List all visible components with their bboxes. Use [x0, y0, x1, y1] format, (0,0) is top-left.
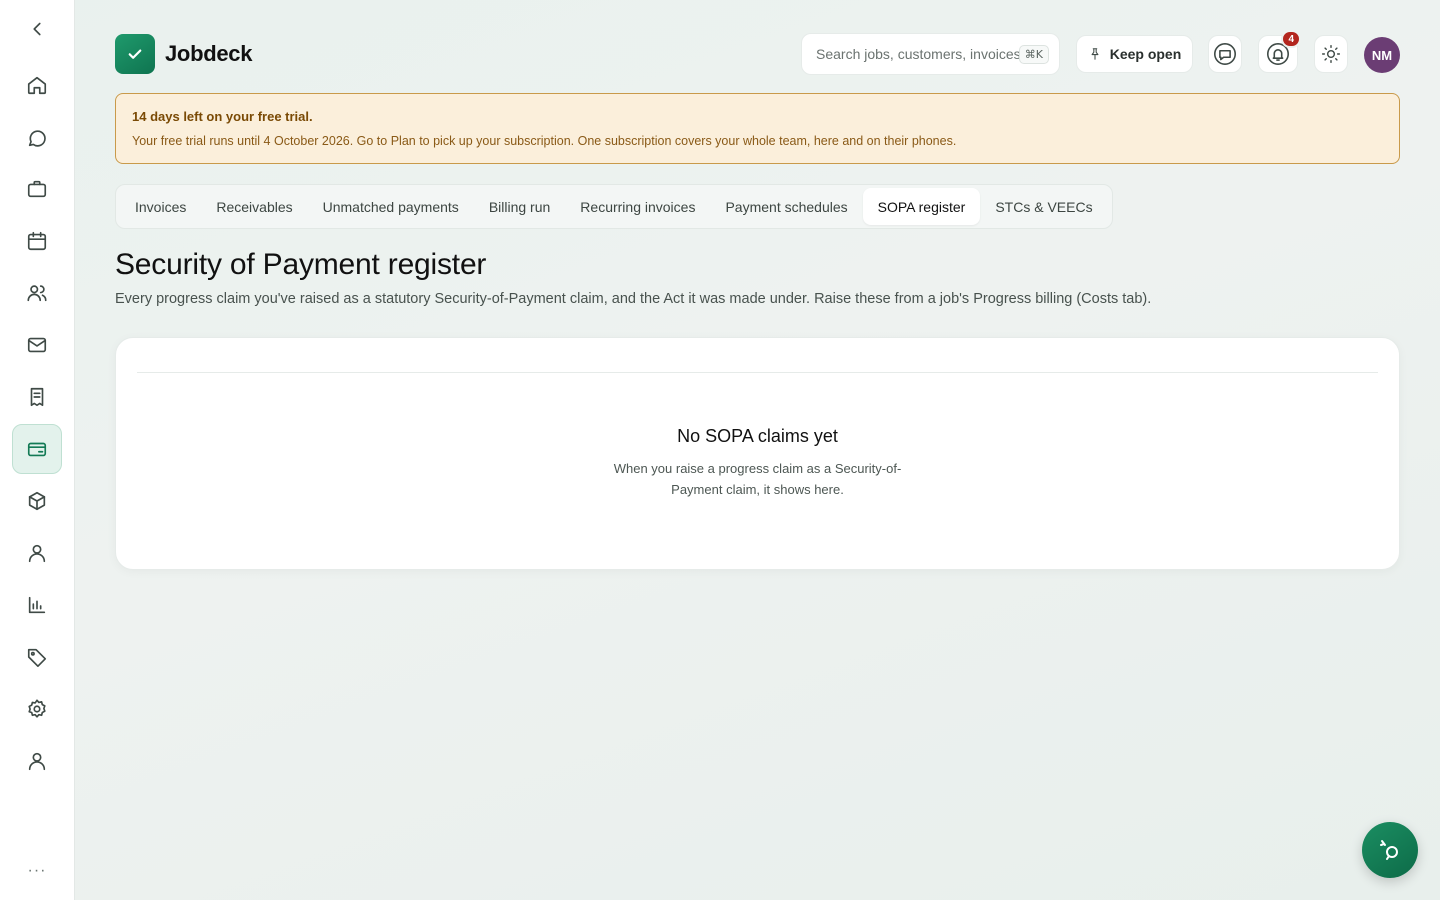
keep-open-label: Keep open — [1109, 46, 1182, 62]
pin-icon — [1091, 48, 1099, 60]
sopa-claims-card: No SOPA claims yet When you raise a prog… — [115, 337, 1400, 570]
sidebar-item-home[interactable] — [12, 60, 62, 110]
empty-state-body: When you raise a progress claim as a Sec… — [613, 461, 902, 497]
sidebar-item-team[interactable] — [12, 268, 62, 318]
tab-sopa-register[interactable]: SOPA register — [862, 188, 981, 225]
brand-logo — [115, 34, 155, 74]
keep-open-button[interactable]: Keep open — [1076, 35, 1193, 73]
sidebar-item-pricebook[interactable] — [12, 632, 62, 682]
tab-receivables[interactable]: Receivables — [201, 188, 307, 225]
assistant-fab[interactable] — [1362, 822, 1418, 878]
briefcase-icon — [27, 180, 47, 198]
sidebar-item-reports[interactable] — [12, 580, 62, 630]
page-title: Security of Payment register — [115, 248, 487, 281]
chevron-left-icon — [33, 22, 41, 36]
user-avatar[interactable]: NM — [1364, 37, 1400, 73]
sidebar-item-mail[interactable] — [12, 320, 62, 370]
users-icon — [27, 285, 47, 302]
tab-recurring-invoices[interactable]: Recurring invoices — [565, 188, 710, 225]
calendar-icon — [27, 231, 47, 251]
sidebar-item-inventory[interactable] — [12, 476, 62, 526]
theme-toggle-button[interactable] — [1314, 35, 1348, 73]
sidebar-item-calendar[interactable] — [12, 216, 62, 266]
global-search[interactable]: ⌘K — [801, 33, 1060, 75]
tag-icon — [27, 648, 47, 667]
assistant-icon — [1380, 840, 1398, 860]
brand-name: Jobdeck — [165, 41, 253, 66]
home-icon — [27, 76, 47, 95]
bar-chart-icon — [28, 596, 46, 614]
chat-icon — [28, 130, 46, 147]
messages-button[interactable] — [1208, 35, 1242, 73]
trial-banner-body: Your free trial runs until 4 October 202… — [132, 134, 957, 148]
check-icon — [128, 49, 142, 59]
billing-tabs: Invoices Receivables Unmatched payments … — [115, 184, 1113, 229]
sidebar: ··· — [0, 0, 75, 900]
sidebar-item-settings[interactable] — [12, 684, 62, 734]
sun-icon — [1321, 44, 1341, 64]
search-shortcut-hint: ⌘K — [1018, 44, 1049, 64]
tab-stcs-veecs[interactable]: STCs & VEECs — [980, 188, 1107, 225]
user-icon — [28, 752, 46, 771]
person-icon — [28, 544, 46, 563]
tab-unmatched-payments[interactable]: Unmatched payments — [308, 188, 474, 225]
credit-card-icon — [27, 442, 47, 457]
notifications-button[interactable]: 4 — [1258, 30, 1301, 73]
receipt-icon — [30, 387, 44, 407]
notification-count-badge: 4 — [1281, 30, 1301, 48]
collapse-sidebar-button[interactable] — [12, 4, 62, 54]
tab-invoices[interactable]: Invoices — [120, 188, 201, 225]
sidebar-item-account[interactable] — [12, 736, 62, 786]
sidebar-item-messages[interactable] — [12, 113, 62, 163]
settings-icon — [28, 699, 46, 718]
message-bubble-icon — [1213, 42, 1237, 66]
sidebar-item-customers[interactable] — [12, 528, 62, 578]
trial-banner-title: 14 days left on your free trial. — [132, 109, 313, 124]
tab-billing-run[interactable]: Billing run — [474, 188, 565, 225]
mail-icon — [27, 337, 47, 353]
search-input[interactable] — [816, 46, 1019, 62]
card-divider — [137, 372, 1378, 373]
sidebar-more-button[interactable]: ··· — [12, 846, 62, 896]
sidebar-item-quotes[interactable] — [12, 372, 62, 422]
box-icon — [28, 491, 46, 511]
brand[interactable]: Jobdeck — [115, 34, 252, 74]
sidebar-item-billing[interactable] — [12, 424, 62, 474]
tab-payment-schedules[interactable]: Payment schedules — [710, 188, 862, 225]
trial-banner: 14 days left on your free trial. Your fr… — [115, 93, 1400, 164]
sidebar-item-jobs[interactable] — [12, 164, 62, 214]
page-subtitle: Every progress claim you've raised as a … — [115, 291, 1152, 307]
empty-state-title: No SOPA claims yet — [677, 426, 838, 446]
